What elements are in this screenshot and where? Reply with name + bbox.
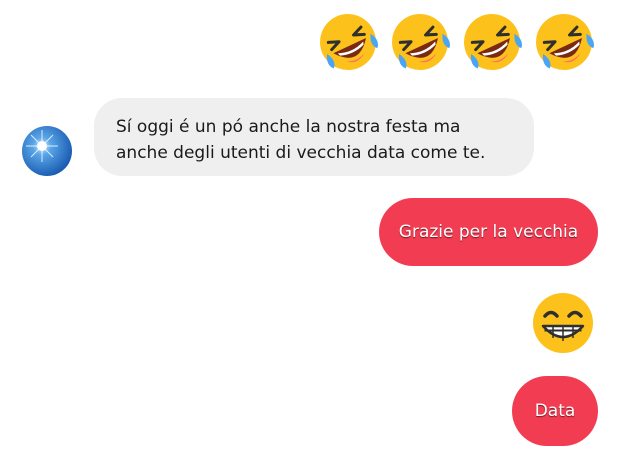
- rolling-on-floor-laughing-icon: [464, 14, 523, 70]
- grinning-face-icon[interactable]: [530, 290, 596, 356]
- emoji-message-row[interactable]: [316, 10, 596, 74]
- incoming-message-bubble[interactable]: Sí oggi é un pó anche la nostra festa ma…: [94, 98, 534, 176]
- outgoing-message-bubble[interactable]: Grazie per la vecchia: [379, 198, 598, 266]
- chat-thread: Sí oggi é un pó anche la nostra festa ma…: [0, 0, 640, 456]
- rolling-on-floor-laughing-icon: [392, 14, 451, 70]
- rolling-on-floor-laughing-icon: [320, 14, 379, 70]
- sun-sky-avatar: [22, 126, 72, 176]
- outgoing-message-text: Grazie per la vecchia: [398, 222, 579, 242]
- outgoing-message-text: Data: [534, 401, 576, 421]
- sender-avatar[interactable]: [22, 126, 72, 176]
- incoming-message-text: Sí oggi é un pó anche la nostra festa ma…: [116, 117, 486, 163]
- rolling-on-floor-laughing-icon: [536, 14, 595, 70]
- outgoing-message-bubble[interactable]: Data: [512, 376, 598, 446]
